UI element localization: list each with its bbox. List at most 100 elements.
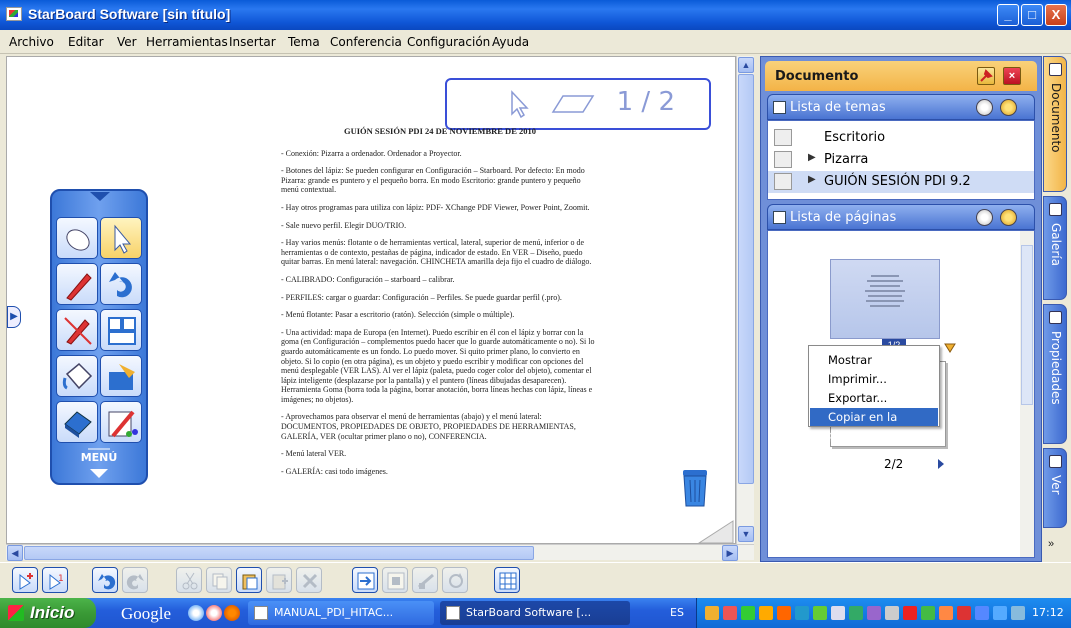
pages-scrollbar[interactable] [1020,231,1034,557]
context-item-mostrar[interactable]: Mostrar [810,351,938,369]
scroll-left-button[interactable]: ◀ [7,545,23,561]
tab-ver[interactable]: Ver [1043,448,1067,528]
page-layout-tool-button[interactable] [100,309,142,351]
volume-icon[interactable] [885,606,899,620]
context-item-imprimir[interactable]: Imprimir... [810,370,938,388]
more-tabs-button[interactable]: » [1048,538,1054,550]
pen-settings-tool-button[interactable] [56,309,98,351]
undo-tool-button[interactable] [100,263,142,305]
opera-icon[interactable] [206,605,222,621]
close-panel-icon[interactable]: × [1003,67,1021,85]
antivirus-icon[interactable] [903,606,917,620]
maximize-button[interactable]: □ [1021,4,1043,26]
menu-ver[interactable]: Ver [117,35,137,49]
start-button[interactable]: Inicio [0,598,96,628]
scroll-right-button[interactable]: ▶ [722,545,738,561]
mouse-tool-button[interactable] [56,217,98,259]
topics-section-header[interactable]: Lista de temas [767,94,1035,120]
new-numbered-page-button[interactable]: 1 [42,567,68,593]
undo-button[interactable] [92,567,118,593]
menu-insertar[interactable]: Insertar [229,35,276,49]
collapse-arrow-icon[interactable] [80,189,120,203]
menu-ayuda[interactable]: Ayuda [492,35,529,49]
page-menu-arrow-icon[interactable] [944,343,956,353]
tab-galeria[interactable]: Galería [1043,196,1067,300]
topic-item-pizarra[interactable]: ▶ Pizarra [768,149,1034,171]
import-button[interactable] [352,567,378,593]
new-page-button[interactable] [12,567,38,593]
tab-documento[interactable]: Documento [1043,56,1067,192]
wireless-icon[interactable] [849,606,863,620]
bluetooth-icon[interactable] [867,606,881,620]
rotate-button[interactable] [442,567,468,593]
usb-icon[interactable] [921,606,935,620]
pages-section-header[interactable]: Lista de páginas [767,204,1035,230]
menu-tema[interactable]: Tema [288,35,320,49]
task-manual-pdi[interactable]: MANUAL_PDI_HITAC... [248,601,434,625]
task-starboard[interactable]: StarBoard Software [... [440,601,630,625]
paste-special-button[interactable] [266,567,292,593]
redo-button[interactable] [122,567,148,593]
context-item-copiar[interactable]: Copiar en la pizarra [810,408,938,442]
delete-button[interactable] [296,567,322,593]
network-icon[interactable] [741,606,755,620]
monitor-icon[interactable] [975,606,989,620]
scroll-thumb[interactable] [1021,245,1033,405]
keyboard-icon[interactable] [795,606,809,620]
scroll-thumb[interactable] [24,546,534,560]
grid-button[interactable] [494,567,520,593]
page-curl-icon[interactable] [697,519,735,544]
pages-prev-button[interactable] [976,209,993,226]
paste-button[interactable] [236,567,262,593]
menu-editar[interactable]: Editar [68,35,104,49]
scroll-down-button[interactable]: ▼ [738,526,754,542]
pointer-icon[interactable] [509,90,529,118]
pen-tool-button[interactable] [56,263,98,305]
search-icon[interactable] [831,606,845,620]
canvas-horizontal-scrollbar[interactable]: ◀ ▶ [6,544,754,561]
print-screen-button[interactable] [412,567,438,593]
copy-button[interactable] [206,567,232,593]
page-thumbnail-1[interactable] [830,259,940,339]
eraser-tool-button[interactable] [56,401,98,443]
expand-triangle-icon[interactable]: ▶ [808,174,816,185]
scroll-up-button[interactable]: ▲ [738,57,754,73]
topic-item-escritorio[interactable]: Escritorio [768,127,1034,149]
paint-bucket-tool-button[interactable] [56,355,98,397]
topics-next-button[interactable] [1000,99,1017,116]
page-2-arrow-icon[interactable] [938,459,944,469]
pointer-tool-button[interactable] [100,217,142,259]
minimize-button[interactable]: _ [997,4,1019,26]
menu-label[interactable]: MENÚ [52,451,146,464]
expand-arrow-icon[interactable] [88,467,110,479]
scroll-thumb[interactable] [738,74,754,484]
alert-icon[interactable] [957,606,971,620]
menu-herramientas[interactable]: Herramientas [146,35,228,49]
toolbox-tool-button[interactable] [100,355,142,397]
update-icon[interactable] [759,606,773,620]
pages-next-button[interactable] [1000,209,1017,226]
eraser-shape-icon[interactable] [551,94,595,114]
close-button[interactable]: X [1045,4,1067,26]
canvas-vertical-scrollbar[interactable]: ▲ ▼ [736,56,754,544]
menu-conferencia[interactable]: Conferencia [330,35,402,49]
topics-prev-button[interactable] [976,99,993,116]
menu-configuracion[interactable]: Configuración [407,35,490,49]
cut-button[interactable] [176,567,202,593]
messenger-icon[interactable] [939,606,953,620]
export-button[interactable] [382,567,408,593]
firefox-icon[interactable] [224,605,240,621]
internet-explorer-icon[interactable] [188,605,204,621]
recycle-bin-icon[interactable] [680,466,710,510]
security-icon[interactable] [777,606,791,620]
display-icon[interactable] [813,606,827,620]
tablet-icon[interactable] [1011,606,1025,620]
menu-archivo[interactable]: Archivo [9,35,54,49]
tab-propiedades[interactable]: Propiedades [1043,304,1067,444]
expand-triangle-icon[interactable]: ▶ [808,152,816,163]
window-tray-icon[interactable] [993,606,1007,620]
shield-icon[interactable] [705,606,719,620]
color-palette-tool-button[interactable] [100,401,142,443]
context-item-exportar[interactable]: Exportar... [810,389,938,407]
language-indicator[interactable]: ES [670,606,684,619]
